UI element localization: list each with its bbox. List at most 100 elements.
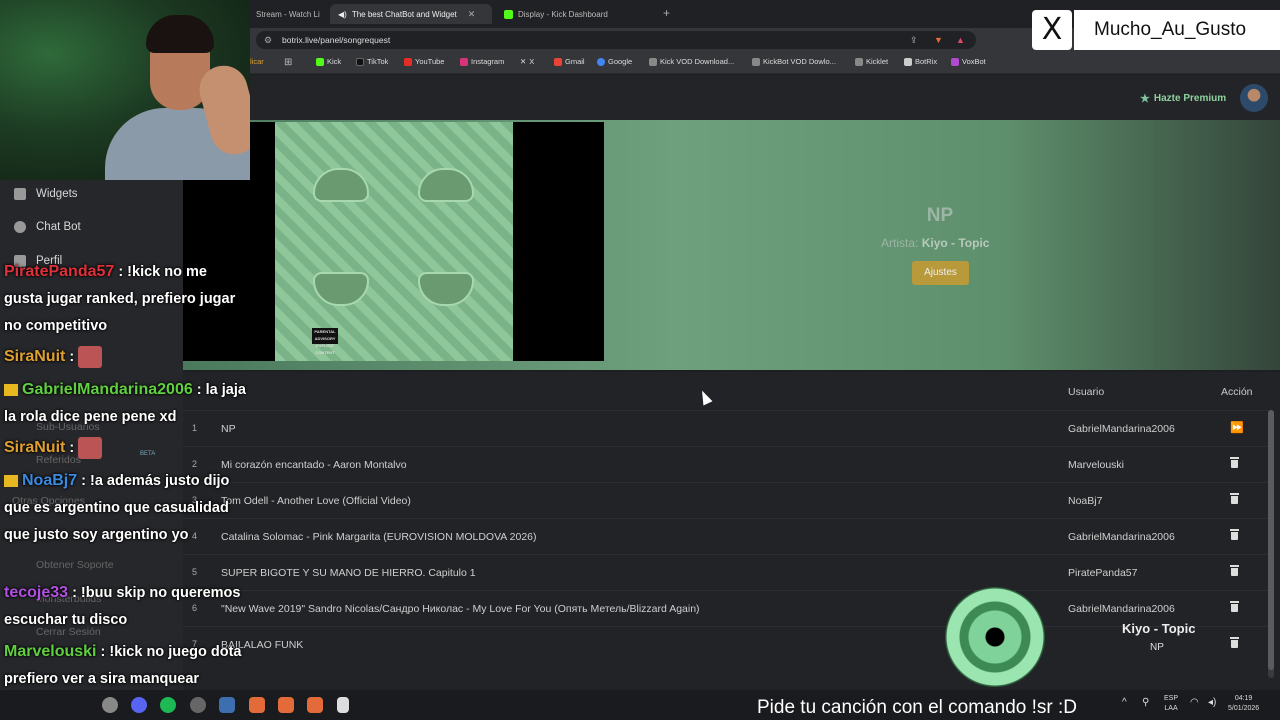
bookmark-label: Instagram	[471, 57, 505, 66]
new-tab-button[interactable]: +	[663, 6, 670, 20]
crown-icon	[4, 475, 18, 488]
chat-username: PiratePanda57	[4, 263, 115, 280]
delete-icon[interactable]	[1230, 529, 1239, 543]
bookmark-instagram[interactable]: Instagram	[460, 57, 504, 66]
tab-label: The best ChatBot and Widget	[351, 9, 457, 19]
close-tab-icon[interactable]: ✕	[468, 9, 476, 20]
now-playing-artist: Artista: Kiyo - Topic	[881, 236, 989, 250]
avatar[interactable]	[1240, 84, 1268, 112]
share-icon[interactable]: ⇪	[910, 31, 918, 49]
sidebar-item-widgets[interactable]: Widgets	[14, 188, 78, 200]
column-header-action: Acción	[1221, 386, 1253, 398]
wifi-icon[interactable]: ◠	[1190, 698, 1199, 708]
chat-text: :	[69, 440, 75, 456]
bookmark-kick[interactable]: Kick	[316, 57, 341, 66]
google-icon	[597, 57, 605, 66]
crown-icon	[4, 384, 18, 397]
steam-icon[interactable]	[102, 697, 118, 713]
chat-username: SiraNuit	[4, 439, 66, 456]
bookmark-botrix[interactable]: BotRix	[904, 57, 937, 66]
song-title: "New Wave 2019" Sandro Nicolas/Сандро Ни…	[221, 603, 700, 615]
mini-player-title: NP	[1150, 642, 1164, 653]
volume-icon[interactable]: ◂)	[1208, 698, 1216, 708]
bookmark-x[interactable]: ✕ X	[520, 57, 534, 66]
delete-icon[interactable]	[1230, 457, 1239, 471]
cover-art-shape	[313, 272, 369, 306]
bookmark-gmail[interactable]: Gmail	[554, 57, 585, 66]
apps-grid-icon[interactable]: ⊞	[284, 57, 292, 68]
requester: NoaBj7	[1068, 495, 1103, 507]
premium-button[interactable]: ★ Hazte Premium	[1140, 92, 1226, 105]
chat-message: PiratePanda57 : !kick no me gusta jugar …	[4, 258, 246, 340]
kick-icon	[316, 57, 324, 66]
discord-icon[interactable]	[131, 697, 147, 713]
clock-date: 5/01/2026	[1228, 705, 1260, 712]
bookmark-item[interactable]: licar	[250, 57, 264, 66]
now-playing-title: NP	[926, 205, 954, 226]
clock-time: 04:19	[1234, 695, 1253, 702]
scrollbar-thumb[interactable]	[1268, 410, 1274, 670]
cover-art-shape	[313, 168, 369, 202]
delete-icon[interactable]	[1230, 565, 1239, 579]
settings-button[interactable]: Ajustes	[912, 261, 969, 285]
bookmark-label: BotRix	[915, 57, 938, 66]
x-icon: ✕	[520, 57, 527, 66]
sidebar-item-label: Chat Bot	[36, 221, 81, 233]
app-icon[interactable]	[219, 697, 235, 713]
chat-username: Marvelouski	[4, 643, 97, 660]
tab-kick-dashboard[interactable]: Display - Kick Dashboard	[496, 4, 656, 24]
link-icon	[752, 57, 760, 66]
bookmark-label: Google	[608, 57, 633, 66]
emote-icon	[78, 346, 103, 369]
clock[interactable]: 04:19 5/01/2026	[1228, 694, 1259, 714]
sidebar-item-soporte[interactable]: Obtener Soporte	[36, 559, 114, 571]
tab-label: Display - Kick Dashboard	[518, 9, 608, 19]
ticker-text: Pide tu canción con el comando !sr :D	[757, 697, 1078, 718]
table-row: 5 SUPER BIGOTE Y SU MANO DE HIERRO. Capi…	[183, 554, 1268, 590]
star-icon: ★	[1140, 93, 1150, 105]
region-code: LAA	[1164, 705, 1178, 712]
bookmark-tiktok[interactable]: TikTok	[356, 57, 388, 66]
bookmark-youtube[interactable]: YouTube	[404, 57, 444, 66]
bookmark-label: VoxBot	[962, 57, 986, 66]
chat-message: tecoje33 : !buu skip no queremos escucha…	[4, 579, 246, 634]
sidebar-item-chatbot[interactable]: Chat Bot	[14, 221, 81, 233]
bookmark-voxbot[interactable]: VoxBot	[951, 57, 986, 66]
obs-icon[interactable]	[190, 697, 206, 713]
bookmark-kickbot-vod[interactable]: KickBot VOD Dowlo...	[752, 57, 836, 66]
delete-icon[interactable]	[1230, 601, 1239, 615]
brave-icon[interactable]	[249, 697, 265, 713]
widgets-icon	[14, 188, 26, 200]
site-settings-icon[interactable]: ⚙	[264, 31, 272, 49]
brave-rewards-icon[interactable]: ▲	[956, 31, 965, 49]
url-input[interactable]: ⚙ botrix.live/panel/songrequest ⇪ ▼ ▲	[256, 31, 976, 49]
file-icon[interactable]	[337, 697, 349, 713]
skip-icon[interactable]: ⏩	[1230, 421, 1244, 434]
chevron-up-icon[interactable]: ^	[1122, 698, 1127, 708]
queue-scrollbar[interactable]	[1268, 410, 1274, 678]
tab-botrix[interactable]: ◀) The best ChatBot and Widget ✕	[330, 4, 492, 24]
bookmark-label: Kicklet	[866, 57, 889, 66]
cover-art-shape	[418, 168, 474, 202]
microphone-icon[interactable]: ⚲	[1142, 698, 1149, 708]
delete-icon[interactable]	[1230, 637, 1239, 651]
table-row: 7 BAILALAO FUNK	[183, 626, 1268, 662]
link-icon	[649, 57, 657, 66]
screen: Stream - Watch Li ◀) The best ChatBot an…	[0, 0, 1280, 720]
language-indicator[interactable]: ESP LAA	[1164, 694, 1178, 714]
requester: PiratePanda57	[1068, 567, 1138, 579]
delete-icon[interactable]	[1230, 493, 1239, 507]
emote-icon	[78, 437, 103, 460]
bookmark-kick-vod[interactable]: Kick VOD Download...	[649, 57, 734, 66]
brave-shield-icon[interactable]: ▼	[934, 31, 943, 49]
bookmark-kicklet[interactable]: Kicklet	[855, 57, 888, 66]
table-row: 6 "New Wave 2019" Sandro Nicolas/Сандро …	[183, 590, 1268, 626]
requester: Marvelouski	[1068, 459, 1125, 471]
brave-icon[interactable]	[307, 697, 323, 713]
webcam-feed	[0, 0, 250, 180]
speaker-icon: ◀)	[338, 9, 347, 19]
brave-icon[interactable]	[278, 697, 294, 713]
bookmark-google[interactable]: Google	[597, 57, 632, 66]
spotify-icon[interactable]	[160, 697, 176, 713]
tab-stream[interactable]: Stream - Watch Li	[248, 4, 326, 24]
